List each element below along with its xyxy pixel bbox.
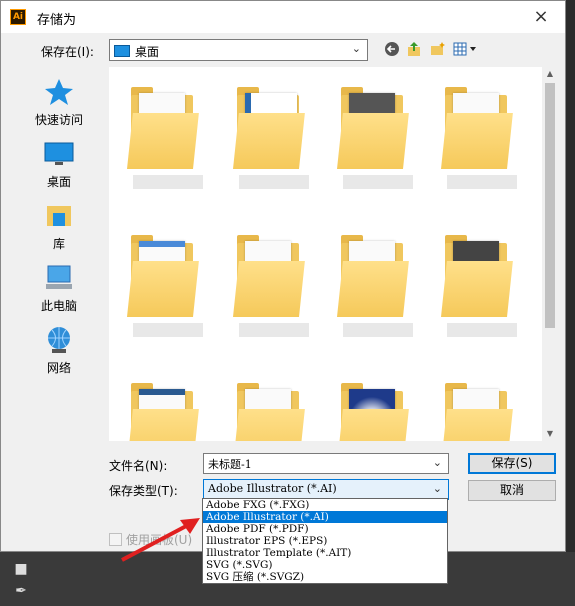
filetype-option[interactable]: Illustrator Template (*.AIT) (203, 547, 447, 559)
scroll-down-icon[interactable]: ▼ (542, 427, 558, 441)
place-label: 网络 (46, 361, 71, 375)
place-desktop[interactable]: 桌面 (14, 133, 104, 189)
scroll-thumb[interactable] (545, 83, 555, 328)
folder-item[interactable] (127, 83, 211, 193)
folder-item[interactable] (127, 379, 211, 441)
title-bar: Ai 存储为 × (1, 1, 565, 33)
place-label: 此电脑 (40, 299, 77, 313)
chevron-down-icon[interactable]: ⌄ (433, 482, 442, 495)
use-artboards-checkbox[interactable]: 使用画板(U) (109, 531, 192, 548)
file-list[interactable] (109, 67, 558, 441)
place-label: 桌面 (46, 175, 71, 189)
folder-item[interactable] (441, 83, 525, 193)
filetype-option[interactable]: Adobe FXG (*.FXG) (203, 499, 447, 511)
place-network[interactable]: 网络 (14, 319, 104, 375)
new-folder-icon[interactable] (429, 41, 447, 59)
folder-item[interactable] (127, 231, 211, 341)
close-icon[interactable]: × (527, 5, 555, 29)
place-this-pc[interactable]: 此电脑 (14, 257, 104, 313)
place-quick-access[interactable]: 快速访问 (14, 71, 104, 127)
chevron-down-icon: ⌄ (351, 42, 361, 55)
save-as-dialog: Ai 存储为 × 保存在(I): 桌面 ⌄ 快速访问 桌面 库 此电脑 网络 ▲… (0, 0, 566, 552)
filetype-option-selected[interactable]: Adobe Illustrator (*.AI) (203, 511, 447, 523)
filetype-select[interactable]: Adobe Illustrator (*.AI) ⌄ (203, 479, 449, 500)
filetype-option[interactable]: Adobe PDF (*.PDF) (203, 523, 447, 535)
view-menu-icon[interactable] (453, 41, 479, 59)
filetype-option[interactable]: SVG (*.SVG) (203, 559, 447, 571)
filename-field[interactable]: 未标题-1 ⌄ (203, 453, 449, 474)
filename-value: 未标题-1 (208, 458, 252, 471)
illustrator-app-icon: Ai (10, 9, 26, 25)
swap-color-icon[interactable]: ■ (12, 560, 30, 578)
folder-item[interactable] (233, 83, 317, 193)
save-in-value: 桌面 (135, 45, 160, 59)
desktop-icon (44, 142, 74, 165)
folder-item[interactable] (233, 379, 317, 441)
filename-label: 文件名(N): (109, 459, 168, 473)
checkbox-box[interactable] (109, 533, 122, 546)
folder-item[interactable] (233, 231, 317, 341)
eyedropper-icon[interactable]: ✒ (12, 582, 30, 600)
computer-icon (46, 265, 72, 289)
chevron-down-icon[interactable]: ⌄ (433, 456, 442, 469)
filetype-option[interactable]: Illustrator EPS (*.EPS) (203, 535, 447, 547)
vertical-scrollbar[interactable]: ▲ ▼ (542, 67, 558, 441)
desktop-icon (114, 45, 130, 57)
folder-item[interactable] (441, 231, 525, 341)
library-icon (47, 206, 71, 226)
filetype-value: Adobe Illustrator (*.AI) (208, 482, 337, 495)
filetype-label: 保存类型(T): (109, 484, 178, 498)
back-arrow-icon[interactable] (383, 41, 401, 59)
checkbox-label: 使用画板(U) (126, 533, 193, 547)
folder-item[interactable] (337, 379, 421, 441)
filetype-option[interactable]: SVG 压缩 (*.SVGZ) (203, 571, 447, 583)
scroll-up-icon[interactable]: ▲ (542, 67, 558, 81)
folder-item[interactable] (337, 83, 421, 193)
places-bar: 快速访问 桌面 库 此电脑 网络 (14, 63, 104, 483)
folder-item[interactable] (441, 379, 525, 441)
save-in-label: 保存在(I): (41, 45, 94, 59)
place-label: 库 (52, 237, 65, 251)
place-label: 快速访问 (34, 113, 83, 127)
save-button[interactable]: 保存(S) (468, 453, 556, 474)
up-folder-icon[interactable] (405, 41, 423, 59)
cancel-button[interactable]: 取消 (468, 480, 556, 501)
folder-item[interactable] (337, 231, 421, 341)
dialog-title: 存储为 (37, 13, 77, 28)
star-icon (45, 79, 73, 105)
save-in-combo[interactable]: 桌面 ⌄ (109, 39, 368, 61)
place-library[interactable]: 库 (14, 195, 104, 251)
filetype-dropdown-list[interactable]: Adobe FXG (*.FXG) Adobe Illustrator (*.A… (202, 498, 448, 584)
network-icon (48, 327, 70, 353)
